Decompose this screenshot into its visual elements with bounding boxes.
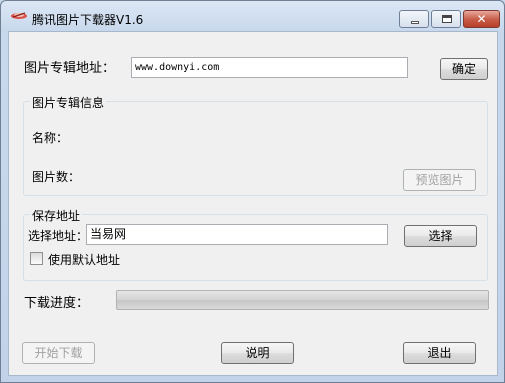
album-url-input[interactable]: www.downyi.com (131, 57, 408, 78)
minimize-icon (411, 21, 419, 24)
client-area: 图片专辑地址： www.downyi.com 确定 图片专辑信息 名称： 图片数… (8, 31, 498, 376)
confirm-button[interactable]: 确定 (440, 58, 488, 80)
image-count-label: 图片数： (32, 170, 81, 184)
title-bar[interactable]: 腾讯图片下载器V1.6 ✕ (1, 1, 504, 31)
preview-images-button[interactable]: 预览图片 (403, 169, 476, 191)
save-path-input[interactable]: 当易网 (86, 224, 388, 245)
window-title: 腾讯图片下载器V1.6 (32, 13, 144, 27)
app-logo-icon (11, 12, 27, 19)
maximize-button[interactable] (431, 10, 461, 28)
browse-button[interactable]: 选择 (404, 225, 477, 247)
progress-label: 下载进度： (24, 296, 90, 311)
album-info-group-title: 图片专辑信息 (30, 94, 107, 111)
save-path-group-title: 保存地址 (30, 207, 83, 224)
album-info-group: 图片专辑信息 名称： 图片数： 预览图片 (23, 94, 488, 196)
save-path-label: 选择地址： (28, 229, 89, 243)
use-default-path-label[interactable]: 使用默认地址 (48, 251, 120, 268)
download-progress-bar (116, 290, 489, 310)
album-url-label: 图片专辑地址： (24, 61, 116, 76)
start-download-button[interactable]: 开始下载 (22, 342, 95, 364)
close-icon: ✕ (476, 12, 487, 26)
maximize-icon (442, 15, 452, 23)
save-path-group: 保存地址 选择地址： 当易网 选择 使用默认地址 (23, 207, 488, 281)
exit-button[interactable]: 退出 (403, 342, 476, 364)
minimize-button[interactable] (399, 10, 429, 28)
main-window: 腾讯图片下载器V1.6 ✕ 图片专辑地址： www.downyi.com 确定 … (0, 0, 505, 383)
use-default-path-checkbox[interactable] (30, 252, 43, 265)
help-button[interactable]: 说明 (221, 342, 294, 364)
album-name-label: 名称： (32, 131, 69, 145)
close-button[interactable]: ✕ (463, 10, 500, 28)
